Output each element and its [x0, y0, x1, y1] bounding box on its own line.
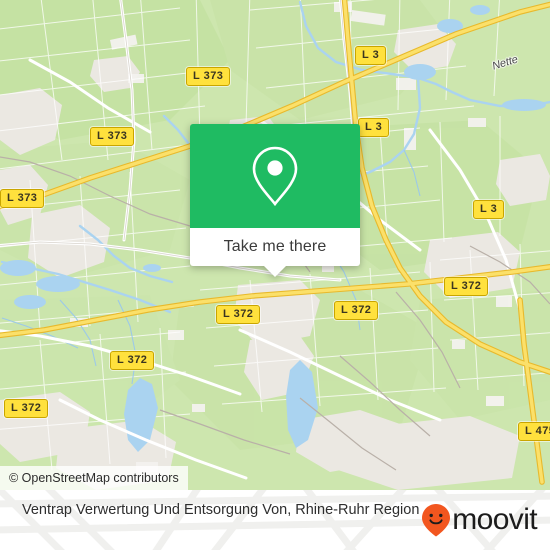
place-title: Ventrap Verwertung Und Entsorgung Von, R… — [22, 502, 420, 518]
road-shield: L 372 — [4, 399, 49, 418]
road-shield: L 373 — [0, 189, 45, 208]
road-shield: L 372 — [110, 351, 155, 370]
road-shield: L 373 — [186, 67, 231, 86]
popup-marker-area — [190, 124, 360, 228]
road-shield: L 372 — [444, 277, 489, 296]
moovit-logo[interactable]: moovit — [421, 503, 538, 537]
popup-tail — [264, 266, 286, 277]
map-screenshot: L 373 L 373 L 373 L 3 L 3 L 3 L 372 L 37… — [0, 0, 550, 550]
footer-bar: Ventrap Verwertung Und Entsorgung Von, R… — [0, 490, 550, 550]
place-popup-card[interactable]: Take me there — [190, 124, 360, 277]
road-shield: L 372 — [216, 305, 261, 324]
moovit-wordmark: moovit — [452, 503, 537, 536]
road-shield: L 475 — [518, 422, 550, 441]
map-canvas[interactable]: L 373 L 373 L 373 L 3 L 3 L 3 L 372 L 37… — [0, 0, 550, 490]
moovit-pin-icon — [421, 503, 451, 537]
road-shield: L 372 — [334, 301, 379, 320]
road-shield: L 3 — [473, 200, 505, 219]
map-attribution[interactable]: © OpenStreetMap contributors — [0, 466, 188, 490]
road-shield: L 3 — [358, 118, 390, 137]
road-shield: L 3 — [355, 46, 387, 65]
road-shield: L 373 — [90, 127, 135, 146]
map-pin-icon — [252, 146, 298, 207]
popup-cta-label: Take me there — [223, 238, 327, 255]
popup-cta[interactable]: Take me there — [190, 228, 360, 277]
